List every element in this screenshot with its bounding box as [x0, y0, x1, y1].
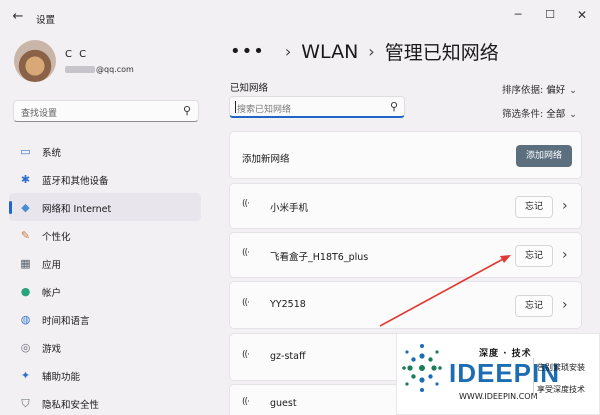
wifi-signal-icon: ((· [242, 248, 250, 258]
filter-label: 筛选条件: [502, 109, 544, 120]
sidebar-item-0[interactable]: ▭ 系统 [9, 137, 201, 165]
wifi-signal-icon: ((· [242, 199, 250, 209]
sidebar-item-1[interactable]: ✱ 蓝牙和其他设备 [9, 165, 201, 193]
sidebar-item-label: 应用 [42, 260, 62, 271]
user-name: C C [65, 49, 89, 60]
sidebar-item-8[interactable]: ✦ 辅助功能 [9, 361, 201, 389]
breadcrumb-separator-icon: › [368, 42, 375, 61]
sidebar-item-6[interactable]: ◍ 时间和语言 [9, 305, 201, 333]
forget-button[interactable]: 忘记 [515, 245, 553, 267]
sidebar-item-label: 系统 [42, 148, 62, 159]
chevron-down-icon: ⌄ [569, 86, 577, 96]
wifi-diamond-icon: ◆ [21, 201, 30, 214]
filter-dropdown[interactable]: 筛选条件: 全部 ⌄ [502, 106, 577, 120]
user-email-suffix: @qq.com [96, 65, 134, 74]
email-redaction [65, 66, 95, 73]
maximize-button[interactable]: ☐ [540, 6, 560, 24]
user-email: @qq.com [65, 65, 134, 74]
add-network-label: 添加新网络 [242, 154, 290, 165]
gamepad-icon: ◎ [20, 341, 31, 354]
sidebar-item-5[interactable]: ● 帐户 [9, 277, 201, 305]
breadcrumb-wlan[interactable]: WLAN [301, 41, 358, 63]
network-row[interactable]: ((· YY2518 忘记 › [229, 281, 582, 329]
watermark-url: WWW.IDEEPIN.COM [459, 392, 538, 401]
bluetooth-icon: ✱ [20, 173, 31, 186]
forget-button[interactable]: 忘记 [515, 295, 553, 317]
search-icon[interactable]: ⚲ [390, 100, 398, 113]
filter-value: 全部 [546, 109, 566, 120]
watermark-slogan-1: 告别繁琐安装 [537, 363, 585, 372]
watermark-divider [533, 358, 534, 398]
network-name: gz-staff [270, 351, 306, 362]
monitor-icon: ▭ [20, 145, 31, 158]
accessibility-icon: ✦ [20, 369, 31, 382]
breadcrumb-more-icon[interactable]: ••• [230, 41, 265, 62]
network-row[interactable]: ((· 飞看盒子_H18T6_plus 忘记 › [229, 232, 582, 278]
app-title: 设置 [36, 15, 56, 26]
sidebar-item-label: 个性化 [42, 232, 71, 243]
shield-icon: ⛉ [21, 397, 30, 410]
network-name: guest [270, 398, 297, 409]
settings-search-input[interactable]: 查找设置 ⚲ [13, 100, 199, 122]
sidebar-item-4[interactable]: ▦ 应用 [9, 249, 201, 277]
known-networks-search-input[interactable]: 搜索已知网络 ⚲ [229, 96, 405, 118]
sidebar-item-label: 蓝牙和其他设备 [42, 176, 109, 187]
network-name: YY2518 [270, 299, 306, 310]
sidebar-item-9[interactable]: ⛉ 隐私和安全性 [9, 389, 201, 415]
globe-clock-icon: ◍ [20, 313, 31, 326]
breadcrumb-separator-icon: › [284, 42, 292, 61]
network-name: 小米手机 [270, 203, 309, 214]
brush-icon: ✎ [20, 229, 31, 242]
sidebar-item-label: 时间和语言 [42, 316, 90, 327]
page-title: 管理已知网络 [384, 42, 499, 64]
chevron-right-icon[interactable]: › [562, 297, 568, 313]
sidebar-item-label: 辅助功能 [42, 372, 81, 383]
sort-value: 偏好 [546, 85, 566, 96]
apps-icon: ▦ [20, 257, 31, 270]
sidebar-item-7[interactable]: ◎ 游戏 [9, 333, 201, 361]
sidebar-item-2[interactable]: ◆ 网络和 Internet [9, 193, 201, 221]
known-networks-label: 已知网络 [230, 83, 269, 94]
sidebar-item-3[interactable]: ✎ 个性化 [9, 221, 201, 249]
close-button[interactable]: ✕ [572, 6, 592, 24]
person-icon: ● [20, 285, 31, 298]
wifi-signal-icon: ((· [242, 298, 250, 308]
avatar[interactable] [14, 40, 56, 82]
ideepin-logo-icon [402, 344, 442, 392]
search-icon[interactable]: ⚲ [183, 104, 191, 117]
chevron-right-icon[interactable]: › [562, 247, 568, 263]
text-cursor [235, 101, 236, 113]
known-networks-search-placeholder: 搜索已知网络 [237, 105, 292, 115]
network-row[interactable]: ((· 小米手机 忘记 › [229, 183, 582, 229]
sidebar-item-label: 帐户 [42, 288, 62, 299]
sort-dropdown[interactable]: 排序依据: 偏好 ⌄ [502, 82, 577, 96]
breadcrumb: ••• › WLAN › 管理已知网络 [230, 38, 499, 68]
back-arrow-icon[interactable]: ← [10, 9, 26, 25]
settings-search-placeholder: 查找设置 [21, 109, 58, 119]
forget-button[interactable]: 忘记 [515, 196, 553, 218]
sidebar-nav: ▭ 系统 ✱ 蓝牙和其他设备 ◆ 网络和 Internet ✎ 个性化 ▦ 应用 ● 帐户 ◍ 时间和语言… [9, 137, 201, 415]
add-network-button[interactable]: 添加网络 [516, 145, 572, 167]
wifi-signal-icon: ((· [242, 397, 250, 407]
title-bar: ← 设置 ─ ☐ ✕ [0, 0, 600, 34]
sidebar-item-label: 游戏 [42, 344, 62, 355]
minimize-button[interactable]: ─ [508, 6, 528, 24]
wifi-signal-icon: ((· [242, 350, 250, 360]
chevron-right-icon[interactable]: › [562, 198, 568, 214]
chevron-down-icon: ⌄ [569, 110, 577, 120]
watermark: 深度 · 技术 IDEEPIN WWW.IDEEPIN.COM 告别繁琐安装 享… [396, 333, 600, 415]
network-name: 飞看盒子_H18T6_plus [270, 252, 369, 263]
watermark-slogan-2: 享受深度技术 [537, 385, 585, 394]
sidebar-item-label: 隐私和安全性 [42, 400, 100, 411]
add-network-card: 添加新网络 添加网络 [229, 131, 582, 179]
sort-label: 排序依据: [502, 85, 544, 96]
sidebar-item-label: 网络和 Internet [42, 204, 112, 215]
